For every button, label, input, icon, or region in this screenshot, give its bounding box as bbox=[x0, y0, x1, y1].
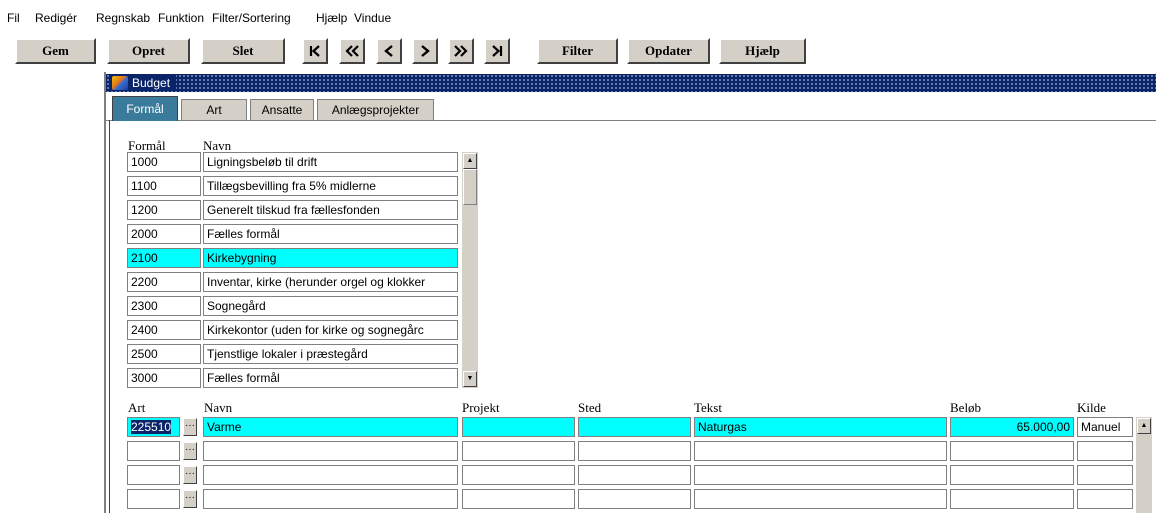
source-cell[interactable]: Manuel bbox=[1077, 417, 1133, 437]
art-code-selected-text: 225510 bbox=[131, 420, 172, 434]
source-cell[interactable] bbox=[1077, 465, 1133, 485]
tab-ansatte[interactable]: Ansatte bbox=[250, 99, 314, 120]
formaal-name-cell[interactable]: Tillægsbevilling fra 5% midlerne bbox=[203, 176, 458, 196]
menu-help[interactable]: Hjælp bbox=[316, 11, 347, 25]
art-code-cell[interactable] bbox=[127, 489, 180, 509]
scroll-thumb[interactable] bbox=[463, 169, 477, 205]
formaal-name-cell[interactable]: Kirkekontor (uden for kirke og sognegårc bbox=[203, 320, 458, 340]
place-cell[interactable] bbox=[578, 489, 691, 509]
formaal-name-cell[interactable]: Fælles formål bbox=[203, 224, 458, 244]
formaal-name-cell[interactable]: Generelt tilskud fra fællesfonden bbox=[203, 200, 458, 220]
tab-art[interactable]: Art bbox=[181, 99, 247, 120]
update-button[interactable]: Opdater bbox=[627, 38, 710, 64]
app-icon bbox=[112, 76, 128, 90]
text-cell[interactable]: Naturgas bbox=[694, 417, 947, 437]
art-code-cell[interactable]: 225510 bbox=[127, 417, 180, 437]
art-lookup-button[interactable]: ··· bbox=[183, 418, 197, 436]
formaal-code-cell[interactable]: 2100 bbox=[127, 248, 201, 268]
window-border bbox=[104, 72, 106, 513]
source-cell[interactable] bbox=[1077, 441, 1133, 461]
menu-function[interactable]: Funktion bbox=[158, 11, 204, 25]
project-cell[interactable] bbox=[462, 489, 575, 509]
window-title-bar[interactable]: Budget bbox=[106, 74, 1156, 92]
menu-accounting[interactable]: Regnskab bbox=[96, 11, 150, 25]
text-cell[interactable] bbox=[694, 441, 947, 461]
formaal-code-cell[interactable]: 1100 bbox=[127, 176, 201, 196]
place-cell[interactable] bbox=[578, 441, 691, 461]
menu-edit[interactable]: Redigér bbox=[35, 11, 77, 25]
formaal-name-cell[interactable]: Kirkebygning bbox=[203, 248, 458, 268]
delete-button[interactable]: Slet bbox=[201, 38, 285, 64]
formaal-name-cell[interactable]: Fælles formål bbox=[203, 368, 458, 388]
formaal-code-cell[interactable]: 1200 bbox=[127, 200, 201, 220]
tab-formaal[interactable]: Formål bbox=[112, 96, 178, 121]
project-cell[interactable] bbox=[462, 417, 575, 437]
menu-bar: Fil Redigér Regnskab Funktion Filter/Sor… bbox=[0, 0, 1156, 30]
scroll-up-icon[interactable]: ▲ bbox=[463, 153, 477, 169]
art-name-header: Navn bbox=[204, 400, 233, 415]
source-header: Kilde bbox=[1077, 400, 1106, 415]
window-title: Budget bbox=[132, 76, 171, 90]
create-button[interactable]: Opret bbox=[107, 38, 190, 64]
art-name-cell[interactable]: Varme bbox=[203, 417, 458, 437]
formaal-code-cell[interactable]: 3000 bbox=[127, 368, 201, 388]
text-cell[interactable] bbox=[694, 489, 947, 509]
art-name-cell[interactable] bbox=[203, 489, 458, 509]
formaal-code-cell[interactable]: 2400 bbox=[127, 320, 201, 340]
formaal-code-cell[interactable]: 2000 bbox=[127, 224, 201, 244]
formaal-code-cell[interactable]: 2200 bbox=[127, 272, 201, 292]
panel-border bbox=[109, 120, 110, 513]
window-title-label: Budget bbox=[110, 75, 177, 91]
next-page-icon[interactable] bbox=[448, 38, 474, 64]
first-record-icon[interactable] bbox=[302, 38, 328, 64]
tab-anlaegsprojekter[interactable]: Anlægsprojekter bbox=[317, 99, 434, 120]
scroll-down-icon[interactable]: ▼ bbox=[463, 371, 477, 387]
formaal-code-cell[interactable]: 1000 bbox=[127, 152, 201, 172]
menu-filter-sort[interactable]: Filter/Sortering bbox=[212, 11, 291, 25]
art-code-cell[interactable] bbox=[127, 441, 180, 461]
next-record-icon[interactable] bbox=[412, 38, 438, 64]
art-header: Art bbox=[128, 400, 146, 415]
place-header: Sted bbox=[578, 400, 602, 415]
formaal-name-header: Navn bbox=[203, 138, 232, 153]
save-button[interactable]: Gem bbox=[15, 38, 96, 64]
source-cell[interactable] bbox=[1077, 489, 1133, 509]
filter-button[interactable]: Filter bbox=[537, 38, 618, 64]
help-button[interactable]: Hjælp bbox=[719, 38, 806, 64]
menu-window[interactable]: Vindue bbox=[354, 11, 391, 25]
last-record-icon[interactable] bbox=[484, 38, 510, 64]
amount-cell[interactable] bbox=[950, 465, 1074, 485]
art-name-cell[interactable] bbox=[203, 465, 458, 485]
amount-cell[interactable] bbox=[950, 441, 1074, 461]
amount-header: Beløb bbox=[950, 400, 982, 415]
amount-cell[interactable] bbox=[950, 489, 1074, 509]
formaal-name-cell[interactable]: Ligningsbeløb til drift bbox=[203, 152, 458, 172]
place-cell[interactable] bbox=[578, 465, 691, 485]
text-header: Tekst bbox=[694, 400, 722, 415]
previous-record-icon[interactable] bbox=[376, 38, 402, 64]
art-code-cell[interactable] bbox=[127, 465, 180, 485]
art-lookup-button[interactable]: ··· bbox=[183, 490, 197, 508]
place-cell[interactable] bbox=[578, 417, 691, 437]
art-name-cell[interactable] bbox=[203, 441, 458, 461]
previous-page-icon[interactable] bbox=[339, 38, 365, 64]
formaal-name-cell[interactable]: Sognegård bbox=[203, 296, 458, 316]
art-lookup-button[interactable]: ··· bbox=[183, 442, 197, 460]
project-header: Projekt bbox=[462, 400, 500, 415]
project-cell[interactable] bbox=[462, 441, 575, 461]
project-cell[interactable] bbox=[462, 465, 575, 485]
art-scroll-up-icon[interactable]: ▲ bbox=[1137, 418, 1151, 434]
amount-cell[interactable]: 65.000,00 bbox=[950, 417, 1074, 437]
menu-file[interactable]: Fil bbox=[7, 11, 20, 25]
art-lookup-button[interactable]: ··· bbox=[183, 466, 197, 484]
text-cell[interactable] bbox=[694, 465, 947, 485]
formaal-code-cell[interactable]: 2500 bbox=[127, 344, 201, 364]
formaal-code-header: Formål bbox=[128, 138, 166, 153]
formaal-code-cell[interactable]: 2300 bbox=[127, 296, 201, 316]
formaal-name-cell[interactable]: Tjenstlige lokaler i præstegård bbox=[203, 344, 458, 364]
tab-divider bbox=[106, 120, 1156, 121]
formaal-name-cell[interactable]: Inventar, kirke (herunder orgel og klokk… bbox=[203, 272, 458, 292]
